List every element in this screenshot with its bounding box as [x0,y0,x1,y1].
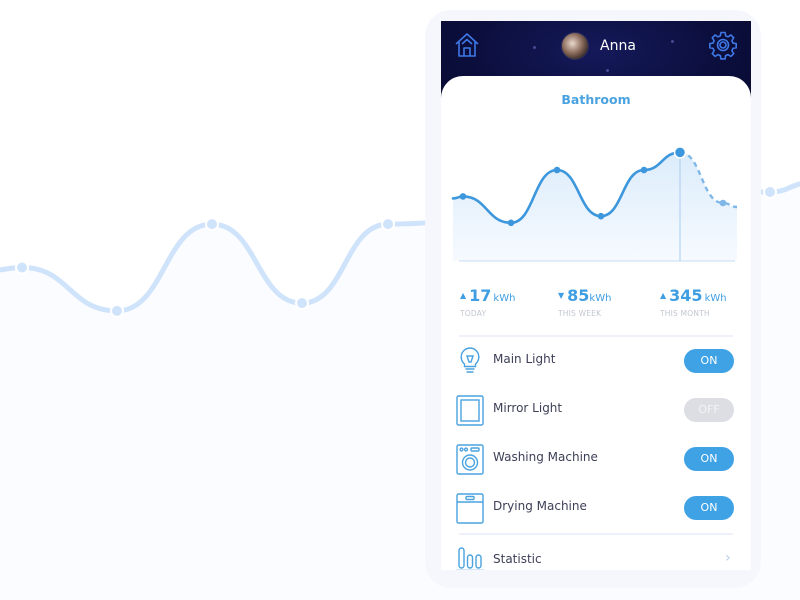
user-name: Anna [600,38,636,54]
chart-point-tue[interactable] [507,219,515,227]
background-wave-point [381,217,395,232]
trend-up-icon: ▲ [460,291,467,300]
header-star [671,40,674,43]
background-wave-point [110,303,124,318]
stat-today: ▲ 17 kWh TODAY [460,286,515,318]
chevron-right-icon: › [725,550,731,566]
bar-chart-icon [456,547,484,570]
stat-unit: kWh [589,293,612,304]
stat-label: THIS WEEK [558,309,602,318]
chart-area-fill [453,152,737,261]
stat-value: 85 [567,286,590,305]
header-star [533,46,536,49]
statistic-label: Statistic [493,552,542,566]
stat-label: TODAY [460,309,487,318]
phone-screen: Anna Bathroom MONTUEWEDTHUFRISATSUN ▲17k… [441,21,751,570]
background-wave-point [15,260,29,275]
device-name: Drying Machine [493,499,587,513]
mirror-light-toggle[interactable]: OFF [684,398,734,422]
background-wave-point [205,217,219,232]
x-tick-label[interactable]: MON [454,270,473,271]
device-row-main-light: Main Light ON [441,339,751,383]
chart-point-mon[interactable] [459,193,467,200]
energy-stats: ▲ 17 kWh TODAY ▼ 85kWh THIS WEEK ▲ 345 kWh TH… [441,286,751,336]
background-wave-point [763,185,777,199]
device-name: Main Light [493,352,556,366]
background-wave-point [295,296,309,311]
washing-machine-toggle[interactable]: ON [684,447,734,471]
x-tick-label[interactable]: FRI [638,270,651,271]
trend-down-icon: ▼ [558,291,565,300]
room-title: Bathroom [561,92,631,107]
chart-point-thu[interactable] [597,212,605,220]
x-tick-label[interactable]: WED [547,270,566,271]
stat-this-week: ▼ 85kWh THIS WEEK [558,286,611,318]
x-tick-label[interactable]: SAT [673,270,688,271]
x-tick-label[interactable]: THU [592,270,610,271]
main-light-toggle[interactable]: ON [684,349,734,373]
stat-unit: kWh [493,293,516,304]
stat-this-month: ▲ 345 kWh THIS MONTH [660,286,727,318]
stat-label: THIS MONTH [660,309,710,318]
divider [459,533,733,535]
x-tick-label[interactable]: SUN [715,270,732,271]
avatar[interactable] [561,32,589,60]
header-star [606,69,609,72]
stat-value: 345 [669,286,703,305]
trend-up-icon: ▲ [660,291,667,300]
energy-chart: MON TUE WED THU FRI SAT SUN [451,146,738,271]
chart-point-sun[interactable] [719,199,727,207]
device-row-washing-machine: Washing Machine ON [441,437,751,481]
washing-machine-icon [456,444,484,475]
drying-machine-toggle[interactable]: ON [684,496,734,520]
mirror-icon [456,395,484,426]
drying-machine-icon [456,493,484,524]
divider [459,335,733,337]
device-row-drying-machine: Drying Machine ON [441,486,751,530]
device-name: Washing Machine [493,450,598,464]
device-row-mirror-light: Mirror Light OFF [441,388,751,432]
device-name: Mirror Light [493,401,563,415]
chart-point-wed[interactable] [553,166,561,174]
chart-point-sat[interactable] [673,146,687,159]
stat-value: 17 [469,286,492,305]
x-tick-label[interactable]: TUE [502,270,519,271]
stat-unit: kWh [704,293,727,304]
user-profile[interactable]: Anna [561,31,636,61]
room-card: Bathroom MONTUEWEDTHUFRISATSUN ▲17kWh TO… [441,76,751,570]
statistic-link[interactable]: Statistic › [441,538,751,570]
light-bulb-icon [460,347,480,373]
gear-icon[interactable] [708,30,738,60]
home-icon[interactable] [453,31,481,59]
chart-point-fri[interactable] [640,166,648,174]
